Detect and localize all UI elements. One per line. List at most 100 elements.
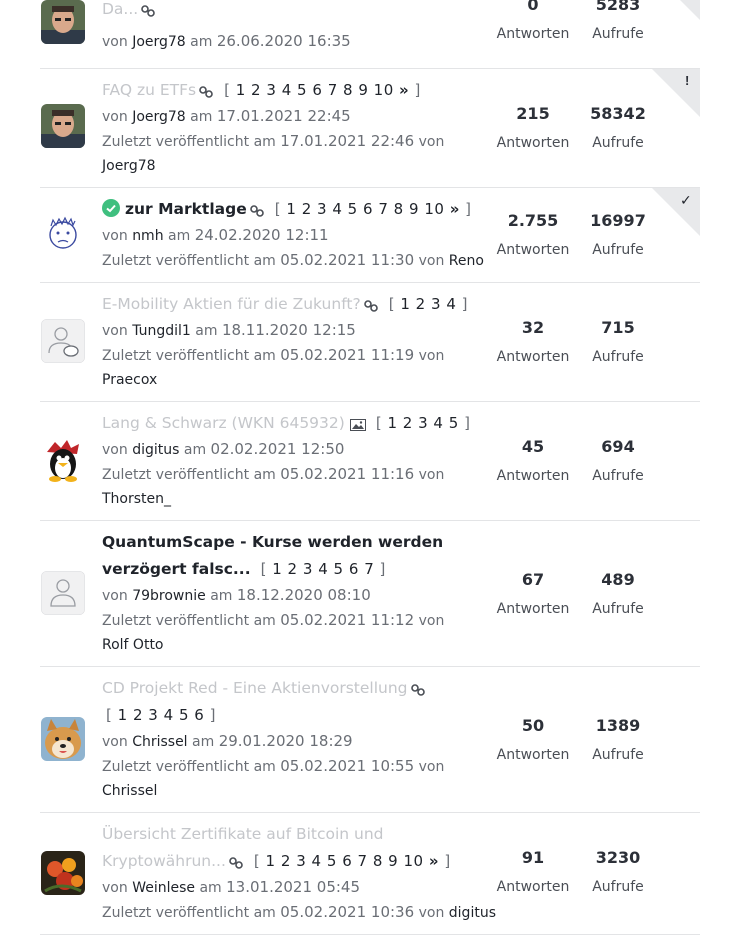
page-link[interactable]: 2 bbox=[416, 295, 426, 313]
last-post-user[interactable]: digitus bbox=[449, 905, 496, 921]
page-link[interactable]: 4 bbox=[164, 706, 174, 724]
next-page-link[interactable]: » bbox=[429, 852, 439, 870]
page-link[interactable]: 2 bbox=[133, 706, 143, 724]
page-link[interactable]: 1 bbox=[387, 414, 397, 432]
page-link[interactable]: 5 bbox=[179, 706, 189, 724]
page-link[interactable]: 1 bbox=[286, 200, 296, 218]
by-label: von bbox=[102, 109, 128, 125]
avatar[interactable] bbox=[41, 571, 85, 615]
topic-row[interactable]: zur Marktlage[ 1 2 3 4 5 6 7 8 9 10 » ] … bbox=[40, 188, 700, 283]
topic-title-continued[interactable]: Kryptowährun... bbox=[102, 852, 226, 870]
author-link[interactable]: Weinlese bbox=[132, 880, 195, 896]
last-post-user[interactable]: Rolf Otto bbox=[102, 637, 164, 653]
avatar[interactable] bbox=[41, 0, 85, 44]
page-link[interactable]: 9 bbox=[409, 200, 419, 218]
page-link[interactable]: 7 bbox=[378, 200, 388, 218]
page-link[interactable]: 7 bbox=[358, 852, 368, 870]
topic-row[interactable]: Da... von Joerg78 am 26.06.2020 16:35 0 A… bbox=[40, 0, 700, 69]
views-count: 694 bbox=[601, 437, 635, 456]
topic-title[interactable]: Lang & Schwarz (WKN 645932) bbox=[102, 414, 345, 432]
last-post-user[interactable]: Joerg78 bbox=[102, 158, 156, 174]
next-page-link[interactable]: » bbox=[399, 81, 409, 99]
page-link[interactable]: 3 bbox=[317, 200, 327, 218]
topic-row[interactable]: QuantumScape - Kurse werden werden verzö… bbox=[40, 521, 700, 667]
next-page-link[interactable]: » bbox=[450, 200, 460, 218]
page-link[interactable]: 2 bbox=[403, 414, 413, 432]
page-link[interactable]: 6 bbox=[349, 560, 359, 578]
page-link[interactable]: 7 bbox=[328, 81, 338, 99]
avatar[interactable] bbox=[41, 438, 85, 482]
author-link[interactable]: Joerg78 bbox=[132, 109, 186, 125]
topic-title[interactable]: Übersicht Zertifikate auf Bitcoin und bbox=[102, 825, 384, 843]
last-post-user[interactable]: Chrissel bbox=[102, 783, 157, 799]
topic-row[interactable]: Übersicht Zertifikate auf Bitcoin und Kr… bbox=[40, 813, 700, 935]
page-link[interactable]: 6 bbox=[312, 81, 322, 99]
topic-row[interactable]: CD Projekt Red - Eine Aktienvorstellung … bbox=[40, 667, 700, 813]
avatar[interactable] bbox=[41, 851, 85, 895]
topic-title[interactable]: QuantumScape - Kurse werden werden bbox=[102, 533, 443, 551]
page-link[interactable]: 4 bbox=[446, 295, 456, 313]
page-link[interactable]: 1 bbox=[400, 295, 410, 313]
page-link[interactable]: 3 bbox=[296, 852, 306, 870]
topic-title[interactable]: E-Mobility Aktien für die Zukunft? bbox=[102, 295, 361, 313]
page-link[interactable]: 8 bbox=[343, 81, 353, 99]
topic-title[interactable]: Da... bbox=[102, 0, 138, 18]
page-link[interactable]: 10 bbox=[424, 200, 444, 218]
page-link[interactable]: 3 bbox=[148, 706, 158, 724]
page-link[interactable]: 1 bbox=[118, 706, 128, 724]
page-link[interactable]: 6 bbox=[342, 852, 352, 870]
last-post-user[interactable]: Praecox bbox=[102, 372, 157, 388]
author-link[interactable]: nmh bbox=[132, 228, 163, 244]
last-post-user[interactable]: Thorsten_ bbox=[102, 491, 171, 507]
page-link[interactable]: 1 bbox=[266, 852, 276, 870]
page-link[interactable]: 5 bbox=[348, 200, 358, 218]
author-link[interactable]: 79brownie bbox=[132, 588, 206, 604]
page-link[interactable]: 4 bbox=[282, 81, 292, 99]
page-link[interactable]: 3 bbox=[431, 295, 441, 313]
page-link[interactable]: 4 bbox=[433, 414, 443, 432]
page-link[interactable]: 5 bbox=[297, 81, 307, 99]
page-link[interactable]: 4 bbox=[318, 560, 328, 578]
page-link[interactable]: 5 bbox=[327, 852, 337, 870]
topic-title[interactable]: FAQ zu ETFs bbox=[102, 81, 196, 99]
author-link[interactable]: Joerg78 bbox=[132, 34, 186, 50]
pagination: [ 1 2 3 4 5 6 7 8 9 10 » ] bbox=[253, 852, 451, 870]
page-link[interactable]: 6 bbox=[363, 200, 373, 218]
page-link[interactable]: 10 bbox=[404, 852, 424, 870]
page-link[interactable]: 6 bbox=[194, 706, 204, 724]
avatar[interactable] bbox=[41, 319, 85, 363]
page-link[interactable]: 2 bbox=[281, 852, 291, 870]
page-link[interactable]: 10 bbox=[374, 81, 394, 99]
page-link[interactable]: 4 bbox=[332, 200, 342, 218]
topic-title[interactable]: CD Projekt Red - Eine Aktienvorstellung bbox=[102, 679, 408, 697]
topic-row[interactable]: E-Mobility Aktien für die Zukunft? [ 1 2 … bbox=[40, 283, 700, 402]
page-link[interactable]: 3 bbox=[266, 81, 276, 99]
page-link[interactable]: 4 bbox=[312, 852, 322, 870]
replies-count: 0 bbox=[527, 0, 539, 14]
topic-title-continued[interactable]: verzögert falsc... bbox=[102, 560, 251, 578]
topic-row[interactable]: Lang & Schwarz (WKN 645932) [ 1 2 3 4 5 ]… bbox=[40, 402, 700, 521]
last-post-user[interactable]: Reno bbox=[449, 253, 484, 269]
page-link[interactable]: 2 bbox=[251, 81, 261, 99]
page-link[interactable]: 8 bbox=[394, 200, 404, 218]
avatar[interactable] bbox=[41, 212, 85, 256]
page-link[interactable]: 9 bbox=[358, 81, 368, 99]
author-link[interactable]: Tungdil1 bbox=[132, 323, 191, 339]
page-link[interactable]: 8 bbox=[373, 852, 383, 870]
page-link[interactable]: 1 bbox=[236, 81, 246, 99]
topic-title[interactable]: zur Marktlage bbox=[125, 200, 247, 218]
avatar[interactable] bbox=[41, 104, 85, 148]
page-link[interactable]: 2 bbox=[302, 200, 312, 218]
topic-row[interactable]: FAQ zu ETFs [ 1 2 3 4 5 6 7 8 9 10 » ] vo… bbox=[40, 69, 700, 188]
page-link[interactable]: 5 bbox=[449, 414, 459, 432]
page-link[interactable]: 2 bbox=[288, 560, 298, 578]
page-link[interactable]: 5 bbox=[334, 560, 344, 578]
page-link[interactable]: 3 bbox=[418, 414, 428, 432]
page-link[interactable]: 9 bbox=[388, 852, 398, 870]
page-link[interactable]: 7 bbox=[364, 560, 374, 578]
author-link[interactable]: digitus bbox=[132, 442, 179, 458]
avatar[interactable] bbox=[41, 717, 85, 761]
author-link[interactable]: Chrissel bbox=[132, 734, 187, 750]
page-link[interactable]: 1 bbox=[272, 560, 282, 578]
page-link[interactable]: 3 bbox=[303, 560, 313, 578]
